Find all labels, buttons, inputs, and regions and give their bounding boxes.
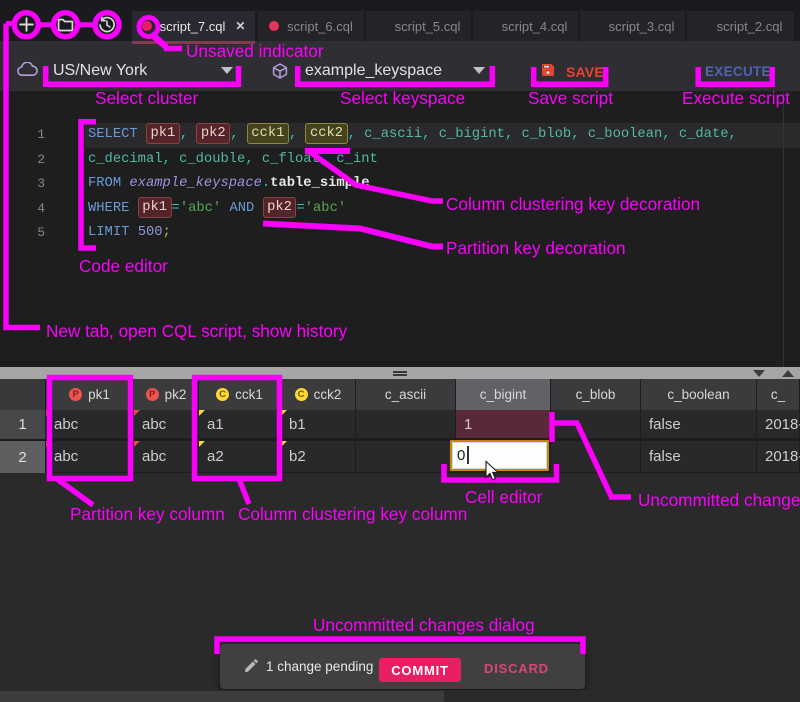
svg-text:Save script: Save script: [528, 88, 613, 108]
svg-text:Partition key decoration: Partition key decoration: [446, 238, 626, 258]
svg-text:New tab, open CQL script, show: New tab, open CQL script, show history: [46, 321, 348, 341]
svg-text:Select cluster: Select cluster: [95, 88, 198, 108]
svg-text:Select keyspace: Select keyspace: [340, 88, 465, 108]
svg-text:Uncommitted change: Uncommitted change: [638, 490, 800, 510]
svg-text:Column clustering key column: Column clustering key column: [238, 504, 467, 524]
svg-text:Code editor: Code editor: [79, 256, 168, 276]
svg-text:Partition key column: Partition key column: [70, 504, 225, 524]
svg-text:Uncommitted changes dialog: Uncommitted changes dialog: [313, 615, 535, 635]
svg-text:Cell editor: Cell editor: [465, 487, 543, 507]
svg-text:Unsaved indicator: Unsaved indicator: [186, 41, 324, 61]
svg-text:Execute script: Execute script: [682, 88, 790, 108]
svg-text:Column clustering key decorati: Column clustering key decoration: [446, 194, 700, 214]
